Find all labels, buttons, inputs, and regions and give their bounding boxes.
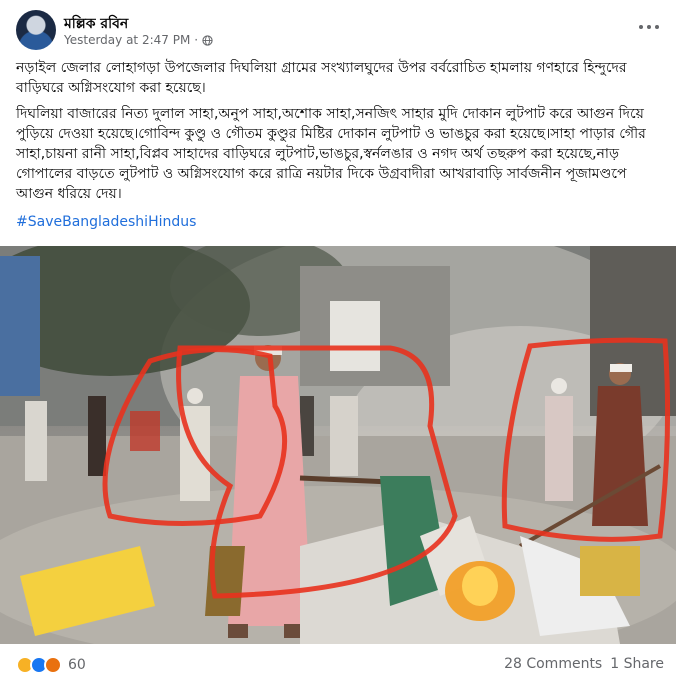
hashtag-link[interactable]: #SaveBangladeshiHindus [16,214,196,230]
post-timestamp[interactable]: Yesterday at 2:47 PM [64,33,190,47]
post-header: মল্লিক রবিন Yesterday at 2:47 PM · [0,0,676,56]
more-horizontal-icon [639,25,643,29]
meta-separator: · [194,33,199,47]
post-meta: Yesterday at 2:47 PM · [64,33,213,47]
engagement-stats: 28 Comments 1 Share [504,656,664,672]
post-footer: 60 28 Comments 1 Share [0,648,676,681]
street-fire-photo [0,246,676,644]
post-text-paragraph-1: নড়াইল জেলার লোহাগড়া উপজেলার দিঘলিয়া গ… [16,60,627,96]
post-photo[interactable] [0,246,676,644]
author-avatar[interactable] [16,10,56,50]
comments-count[interactable]: 28 Comments [504,656,602,672]
facebook-post: মল্লিক রবিন Yesterday at 2:47 PM · নড়াই… [0,0,676,681]
reactions-summary[interactable]: 60 [16,656,86,674]
reaction-count[interactable]: 60 [68,657,86,673]
angry-reaction-icon [44,656,62,674]
more-options-button[interactable] [636,16,662,36]
globe-icon [202,34,213,46]
post-text-paragraph-2: দিঘলিয়া বাজারের নিত্য দুলাল সাহা,অনুপ স… [16,106,646,202]
shares-count[interactable]: 1 Share [610,656,664,672]
